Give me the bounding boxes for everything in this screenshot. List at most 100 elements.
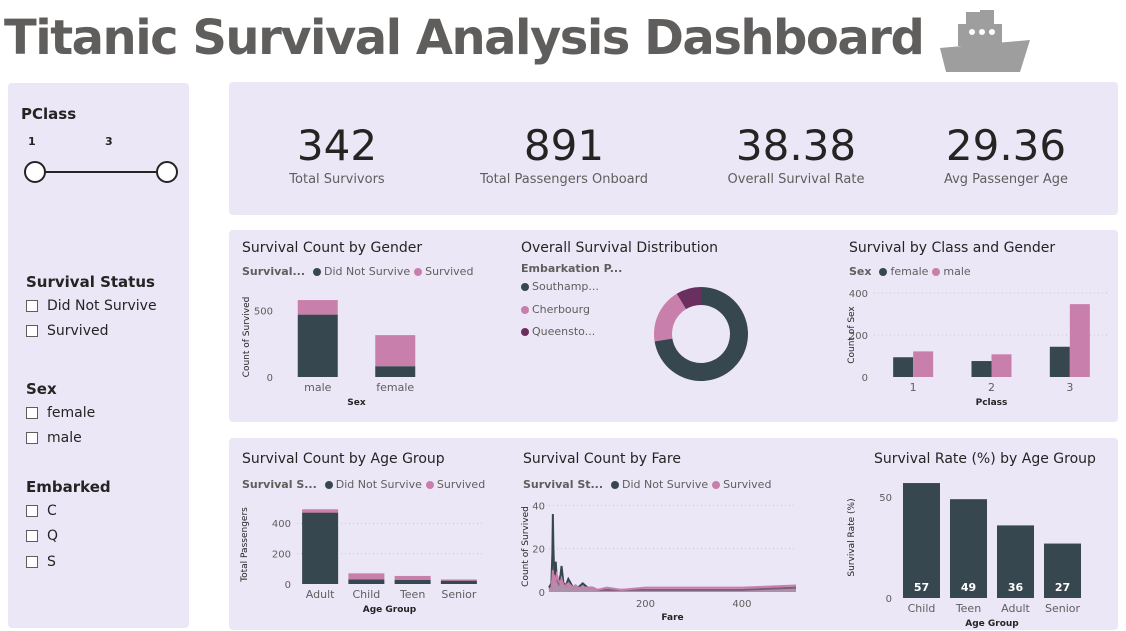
chart-class-gender: 02004001 2 3PclassCount of Sex bbox=[847, 289, 1109, 408]
data-label: 36 bbox=[1008, 581, 1024, 594]
x-axis-title: Fare bbox=[661, 613, 683, 623]
x-tick-label: Teen bbox=[399, 588, 425, 601]
y-tick-label: 20 bbox=[532, 545, 545, 556]
bar bbox=[302, 509, 339, 513]
kpi-label: Total Survivors bbox=[289, 172, 385, 187]
bar bbox=[913, 351, 934, 377]
chart-distribution bbox=[654, 287, 748, 381]
bar bbox=[348, 579, 385, 584]
line-series bbox=[548, 570, 797, 591]
x-tick-label: Child bbox=[908, 602, 936, 615]
pclass-slider-max-handle[interactable] bbox=[156, 161, 178, 183]
bar bbox=[440, 579, 477, 581]
x-tick-label: Senior bbox=[1045, 602, 1081, 615]
y-tick-label: 0 bbox=[267, 373, 273, 384]
y-tick-label: 0 bbox=[285, 580, 291, 591]
kpi-label: Avg Passenger Age bbox=[943, 172, 1069, 187]
sex-option-male[interactable]: male bbox=[26, 430, 82, 446]
x-axis-title: Age Group bbox=[363, 605, 417, 615]
y-axis-title: Survival Rate (%) bbox=[847, 498, 857, 576]
survival-status-slicer-title: Survival Status bbox=[26, 273, 155, 291]
pclass-slider-track[interactable] bbox=[34, 171, 168, 173]
y-axis-title: Count of Survived bbox=[242, 297, 252, 378]
embarked-option-c[interactable]: C bbox=[26, 503, 57, 519]
x-tick-label: 2 bbox=[988, 381, 995, 394]
y-axis-title: Count of Sex bbox=[847, 306, 857, 364]
embarked-option-q[interactable]: Q bbox=[26, 528, 58, 544]
data-label: 49 bbox=[961, 581, 976, 594]
kpi-total-survivors: 342 Total Survivors bbox=[257, 121, 417, 188]
x-tick-label: female bbox=[376, 381, 414, 394]
kpi-survival-rate: 38.38 Overall Survival Rate bbox=[711, 121, 881, 188]
kpi-total-passengers: 891 Total Passengers Onboard bbox=[469, 121, 659, 188]
pclass-max-label: 3 bbox=[105, 135, 113, 148]
y-tick-label: 0 bbox=[539, 588, 545, 599]
chart-age-group: 0 200 400 Adult Child Teen Senior Age Group Tota… bbox=[240, 507, 482, 615]
bar bbox=[302, 512, 339, 584]
chart-fare: 0 20 40 200 400 Fare Count of Survived bbox=[521, 501, 797, 623]
bar bbox=[440, 580, 477, 584]
kpi-value: 38.38 bbox=[735, 121, 857, 170]
x-axis-title: Age Group bbox=[965, 619, 1019, 629]
checkbox-icon[interactable] bbox=[26, 556, 38, 568]
checkbox-icon[interactable] bbox=[26, 530, 38, 542]
y-tick-label: 0 bbox=[886, 594, 892, 605]
pclass-slicer-title: PClass bbox=[21, 105, 77, 123]
kpi-value: 342 bbox=[296, 121, 378, 170]
checkbox-icon[interactable] bbox=[26, 325, 38, 337]
embarked-option-s[interactable]: S bbox=[26, 554, 56, 570]
x-tick-label: 200 bbox=[636, 599, 655, 610]
bar bbox=[375, 335, 416, 367]
bar bbox=[1049, 346, 1070, 377]
pclass-min-label: 1 bbox=[28, 135, 36, 148]
filter-panel: PClass 1 3 Survival Status Did Not Survi… bbox=[8, 83, 189, 628]
embarked-slicer-title: Embarked bbox=[26, 478, 111, 496]
pclass-slider-min-handle[interactable] bbox=[24, 161, 46, 183]
x-tick-label: Child bbox=[353, 588, 381, 601]
x-tick-label: 400 bbox=[732, 599, 751, 610]
x-tick-label: 1 bbox=[910, 381, 917, 394]
x-tick-label: male bbox=[304, 381, 332, 394]
data-label: 27 bbox=[1055, 581, 1070, 594]
survival-status-option-survived[interactable]: Survived bbox=[26, 323, 108, 339]
bar bbox=[893, 357, 914, 377]
y-axis-title: Total Passengers bbox=[240, 507, 250, 583]
kpi-value: 29.36 bbox=[945, 121, 1067, 170]
kpi-value: 891 bbox=[523, 121, 605, 170]
y-tick-label: 40 bbox=[532, 501, 545, 512]
x-tick-label: Senior bbox=[441, 588, 477, 601]
bar bbox=[297, 314, 338, 377]
bar bbox=[1069, 304, 1090, 377]
sex-option-female[interactable]: female bbox=[26, 405, 95, 421]
dashboard-title: Titanic Survival Analysis Dashboard bbox=[4, 10, 925, 66]
kpi-label: Overall Survival Rate bbox=[727, 172, 865, 187]
data-label: 57 bbox=[914, 581, 929, 594]
checkbox-icon[interactable] bbox=[26, 300, 38, 312]
chart-rate: 0 50 57 Child 49 Teen 36 Adult 27 Senior Age Group… bbox=[847, 483, 1081, 629]
area-series bbox=[549, 570, 796, 592]
survival-status-option-did-not-survive[interactable]: Did Not Survive bbox=[26, 298, 157, 314]
kpi-label: Total Passengers Onboard bbox=[479, 172, 648, 187]
x-axis-title: Pclass bbox=[976, 398, 1008, 408]
checkbox-icon[interactable] bbox=[26, 432, 38, 444]
area-series bbox=[549, 514, 796, 592]
y-tick-label: 500 bbox=[254, 306, 273, 317]
checkbox-icon[interactable] bbox=[26, 407, 38, 419]
ship-icon bbox=[940, 10, 1030, 72]
y-axis-title: Count of Survived bbox=[521, 506, 531, 587]
y-tick-label: 0 bbox=[862, 373, 868, 384]
y-tick-label: 400 bbox=[272, 519, 291, 530]
x-tick-label: Adult bbox=[1001, 602, 1030, 615]
kpi-panel: 342 Total Survivors 891 Total Passengers… bbox=[229, 82, 1118, 215]
y-tick-label: 200 bbox=[272, 550, 291, 561]
y-tick-label: 400 bbox=[849, 289, 868, 300]
bar bbox=[394, 579, 431, 584]
bar bbox=[991, 354, 1012, 377]
checkbox-icon[interactable] bbox=[26, 505, 38, 517]
bar bbox=[348, 573, 385, 580]
bar bbox=[297, 300, 338, 315]
bar bbox=[971, 361, 992, 377]
line-series bbox=[548, 513, 797, 591]
sex-slicer-title: Sex bbox=[26, 380, 57, 398]
bar bbox=[394, 575, 431, 580]
